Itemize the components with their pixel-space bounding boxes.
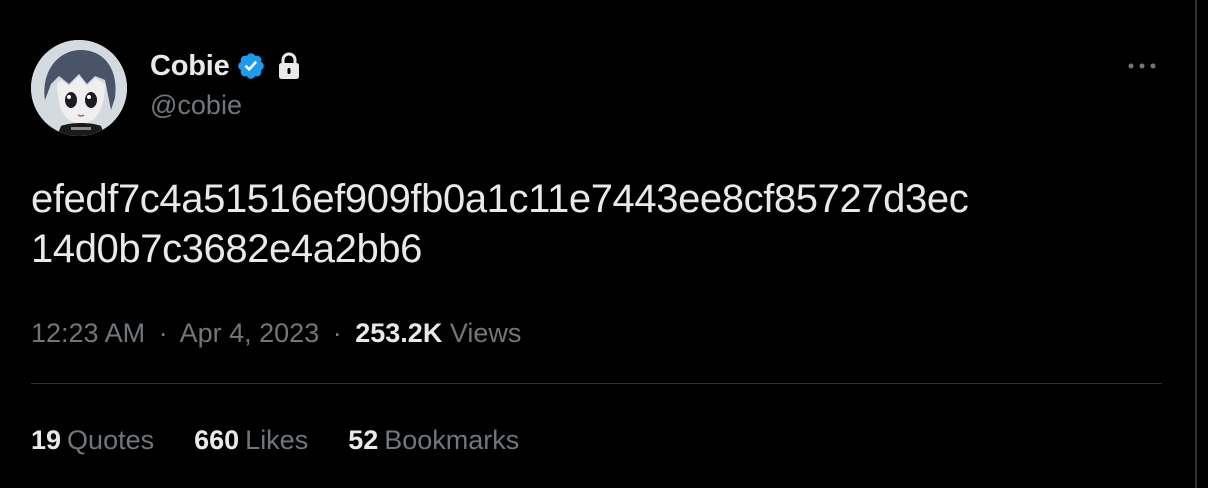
quotes-label: Quotes <box>67 425 155 455</box>
tweet-text-line-1: efedf7c4a51516ef909fb0a1c11e7443ee8cf857… <box>31 177 969 221</box>
author-name[interactable]: Cobie <box>150 50 230 83</box>
tweet-text-line-2: 14d0b7c3682e4a2bb6 <box>31 227 422 271</box>
author-handle[interactable]: @cobie <box>150 90 242 121</box>
more-options-button[interactable] <box>1122 52 1162 80</box>
divider <box>31 383 1162 384</box>
verified-badge-icon[interactable] <box>236 51 266 81</box>
avatar[interactable] <box>31 40 127 136</box>
bookmarks-label: Bookmarks <box>384 425 520 455</box>
bookmarks-count: 52 <box>348 425 379 455</box>
author-name-row: Cobie <box>150 46 302 86</box>
views-label: Views <box>449 318 522 348</box>
avatar-image <box>31 40 127 136</box>
column-border <box>1195 0 1197 488</box>
tweet-meta: 12:23 AM · Apr 4, 2023 · 253.2K Views <box>31 314 521 352</box>
meta-separator-1: · <box>158 318 168 348</box>
bookmarks-stat[interactable]: 52 Bookmarks <box>348 421 519 459</box>
quotes-stat[interactable]: 19 Quotes <box>31 421 154 459</box>
tweet-date[interactable]: Apr 4, 2023 <box>180 318 320 348</box>
quotes-count: 19 <box>31 425 62 455</box>
likes-stat[interactable]: 660 Likes <box>194 421 308 459</box>
views-count: 253.2K <box>355 318 443 348</box>
likes-label: Likes <box>245 425 309 455</box>
lock-icon <box>276 51 302 81</box>
tweet-text: efedf7c4a51516ef909fb0a1c11e7443ee8cf857… <box>31 174 1171 274</box>
more-horizontal-icon <box>1128 63 1156 69</box>
engagement-stats: 19 Quotes 660 Likes 52 Bookmarks <box>31 421 519 459</box>
likes-count: 660 <box>194 425 240 455</box>
tweet-time[interactable]: 12:23 AM <box>31 318 145 348</box>
meta-separator-2: · <box>332 318 342 348</box>
